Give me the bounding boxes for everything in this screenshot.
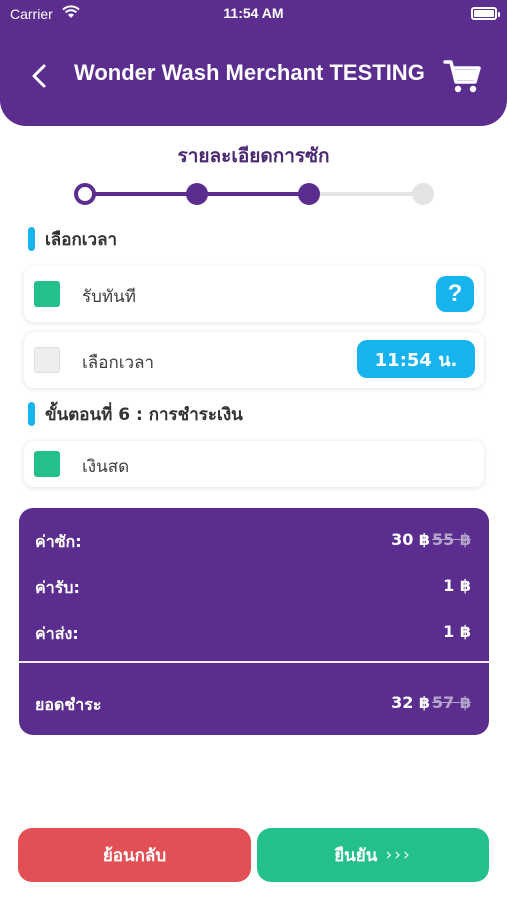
chevron-right-icon: ››› — [385, 845, 412, 865]
payment-section-title: ขั้นตอนที่ 6 : การชำระเงิน — [45, 404, 243, 425]
step-progress — [72, 182, 436, 208]
back-button-label: ย้อนกลับ — [102, 845, 167, 866]
option-choose-time[interactable]: เลือกเวลา 11:54 น. — [24, 332, 484, 388]
status-time: 11:54 AM — [223, 5, 284, 21]
summary-row-delivery: ค่าส่ง: 1 ฿ — [35, 622, 471, 646]
back-button[interactable]: ย้อนกลับ — [18, 828, 251, 882]
option-choose-time-label: เลือกเวลา — [82, 353, 155, 373]
wash-fee-amount: 30 ฿ — [391, 530, 431, 549]
page-title: Wonder Wash Merchant TESTING — [74, 60, 425, 85]
summary-row-pickup: ค่ารับ: 1 ฿ — [35, 576, 471, 600]
confirm-button-label: ยืนยัน — [334, 845, 378, 866]
checkbox-immediate[interactable] — [34, 281, 60, 307]
pickup-fee-value: 1 ฿ — [443, 576, 471, 595]
back-arrow-icon[interactable] — [28, 62, 52, 90]
time-section-label: เลือกเวลา — [28, 226, 117, 252]
option-immediate-label: รับทันที — [82, 287, 136, 307]
cart-icon[interactable] — [443, 58, 481, 94]
option-cash-label: เงินสด — [82, 457, 130, 477]
step-dot-4 — [412, 183, 434, 205]
delivery-fee-value: 1 ฿ — [443, 622, 471, 641]
summary-row-total: ยอดชำระ 32 ฿ 57 ฿ — [35, 693, 471, 717]
step-dot-1 — [74, 183, 96, 205]
payment-section-label: ขั้นตอนที่ 6 : การชำระเงิน — [28, 401, 243, 427]
time-section-title: เลือกเวลา — [45, 229, 118, 250]
step-line-3 — [306, 192, 418, 196]
total-original: 57 ฿ — [432, 693, 471, 712]
status-bar: Carrier 11:54 AM — [0, 0, 507, 30]
section-accent-bar — [28, 227, 35, 251]
step-line-1 — [88, 192, 194, 196]
pickup-fee-label: ค่ารับ: — [35, 578, 80, 597]
step-title: รายละเอียดการซัก — [177, 145, 330, 167]
section-accent-bar — [28, 402, 35, 426]
app-header: Carrier 11:54 AM Wonder Wash Merchant TE… — [0, 0, 507, 126]
total-label: ยอดชำระ — [35, 695, 102, 714]
total-value: 32 ฿ 57 ฿ — [391, 693, 471, 712]
time-picker-button[interactable]: 11:54 น. — [357, 340, 475, 378]
step-dot-3 — [298, 183, 320, 205]
wash-fee-original: 55 ฿ — [432, 530, 471, 549]
price-summary: ค่าซัก: 30 ฿ 55 ฿ ค่ารับ: 1 ฿ ค่าส่ง: 1 … — [19, 508, 489, 735]
confirm-button[interactable]: ยืนยัน ››› — [257, 828, 489, 882]
help-button[interactable]: ? — [436, 276, 474, 312]
checkbox-cash[interactable] — [34, 451, 60, 477]
total-amount: 32 ฿ — [391, 693, 431, 712]
step-line-2 — [194, 192, 306, 196]
wash-fee-value: 30 ฿ 55 ฿ — [391, 530, 471, 549]
summary-row-wash: ค่าซัก: 30 ฿ 55 ฿ — [35, 530, 471, 554]
option-cash[interactable]: เงินสด — [24, 441, 484, 487]
wash-fee-label: ค่าซัก: — [35, 532, 82, 551]
summary-divider — [19, 661, 489, 663]
delivery-fee-label: ค่าส่ง: — [35, 624, 79, 643]
option-immediate[interactable]: รับทันที ? — [24, 266, 484, 322]
battery-icon — [471, 7, 500, 20]
step-dot-2 — [186, 183, 208, 205]
checkbox-choose-time[interactable] — [34, 347, 60, 373]
